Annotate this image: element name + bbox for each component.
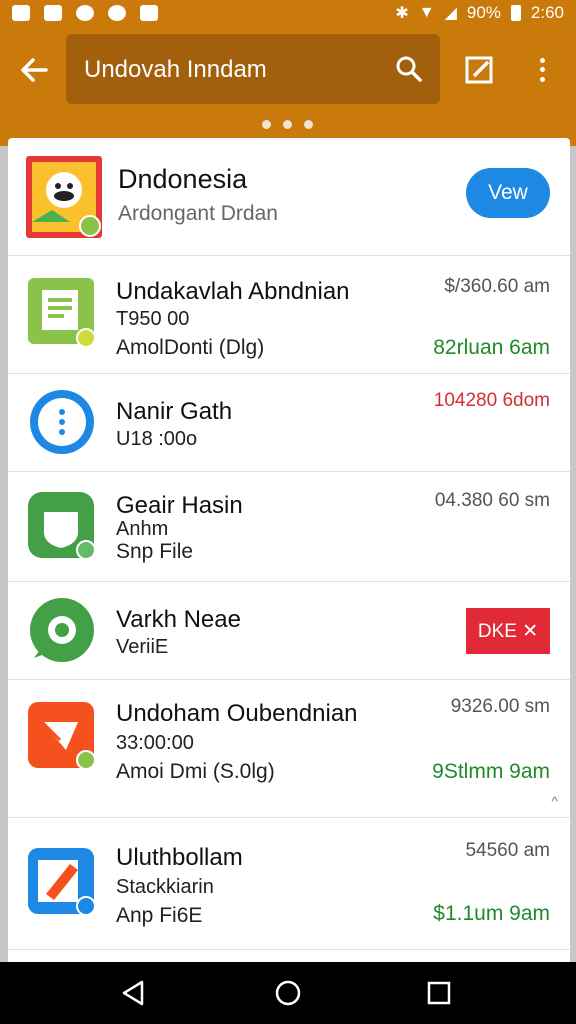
page-indicator bbox=[262, 120, 313, 129]
delete-button[interactable]: DKE ✕ bbox=[466, 608, 550, 654]
item-source: Amoi Dmi (S.0lg) bbox=[116, 760, 275, 783]
item-time: 104280 6dom bbox=[433, 390, 550, 411]
wifi-icon: ▼ bbox=[418, 4, 435, 21]
recents-nav-icon[interactable] bbox=[422, 976, 456, 1010]
chevron-up-icon: ^ bbox=[551, 793, 558, 809]
bag-notification-icon bbox=[140, 5, 158, 21]
search-input[interactable]: Undovah Inndam bbox=[66, 34, 440, 104]
item-title: Uluthbollam bbox=[116, 844, 243, 871]
record-notification-icon bbox=[108, 5, 126, 21]
item-title: Undakavlah Abndnian bbox=[116, 278, 350, 305]
featured-title: Dndonesia bbox=[118, 164, 248, 194]
results-card: Dndonesia Ardongant Drdan Vew Undakavlah… bbox=[8, 138, 570, 968]
item-detail: Stackkiarin bbox=[116, 876, 214, 898]
list-item[interactable]: Undoham Oubendnian 33:00:00 Amoi Dmi (S.… bbox=[8, 680, 570, 818]
item-source: AmolDonti (Dlg) bbox=[116, 336, 265, 359]
item-detail: 33:00:00 bbox=[116, 732, 194, 754]
pencil-app-icon bbox=[28, 848, 96, 916]
item-time: $/360.60 am bbox=[444, 276, 550, 297]
featured-subtitle: Ardongant Drdan bbox=[118, 202, 278, 225]
item-title: Geair Hasin bbox=[116, 492, 243, 519]
search-query: Undovah Inndam bbox=[84, 56, 267, 83]
battery-icon bbox=[510, 5, 521, 21]
featured-row[interactable]: Dndonesia Ardongant Drdan Vew bbox=[8, 138, 570, 256]
item-time: 9326.00 sm bbox=[450, 696, 550, 717]
gallery-notification-icon bbox=[12, 5, 30, 21]
item-time: 04.380 60 sm bbox=[434, 490, 550, 511]
list-item[interactable]: Uluthbollam Stackkiarin Anp Fi6E 54560 a… bbox=[8, 818, 570, 950]
document-app-icon bbox=[28, 278, 96, 348]
list-item[interactable]: Undakavlah Abndnian T950 00 AmolDonti (D… bbox=[8, 256, 570, 374]
upload-notification-icon bbox=[44, 5, 62, 21]
clock: 2:60 bbox=[530, 3, 564, 22]
item-status: 82rluan 6am bbox=[433, 336, 550, 359]
back-nav-icon[interactable] bbox=[116, 976, 150, 1010]
chat-app-icon bbox=[28, 492, 96, 560]
home-nav-icon[interactable] bbox=[271, 976, 305, 1010]
item-status: 9Stlmm 9am bbox=[432, 760, 550, 783]
list-item[interactable]: Varkh Neae VeriiE DKE ✕ bbox=[8, 582, 570, 680]
item-detail: U18 :00o bbox=[116, 428, 198, 450]
signal-icon: ◢ bbox=[444, 5, 457, 22]
item-detail: VeriiE bbox=[116, 636, 169, 658]
view-button[interactable]: Vew bbox=[466, 168, 550, 218]
item-time: 54560 am bbox=[465, 840, 550, 861]
item-title: Varkh Neae bbox=[116, 606, 241, 633]
info-app-icon bbox=[30, 390, 94, 454]
battery-percent: 90% bbox=[466, 3, 501, 22]
mail-app-icon bbox=[28, 702, 96, 770]
item-title: Nanir Gath bbox=[116, 398, 233, 425]
item-detail: Anhm bbox=[116, 518, 169, 540]
system-nav-bar bbox=[0, 962, 576, 1024]
item-title: Undoham Oubendnian bbox=[116, 700, 358, 727]
app-bar: Undovah Inndam bbox=[0, 26, 576, 118]
featured-app-icon bbox=[26, 156, 102, 238]
chat-notification-icon bbox=[76, 5, 94, 21]
list-item[interactable]: Nanir Gath U18 :00o 104280 6dom bbox=[8, 374, 570, 472]
item-status: $1.1um 9am bbox=[433, 902, 550, 925]
item-source: Anp Fi6E bbox=[116, 904, 203, 927]
more-options-icon[interactable] bbox=[528, 50, 556, 90]
whatsapp-app-icon bbox=[30, 598, 94, 662]
bluetooth-icon: ✱ bbox=[395, 5, 409, 22]
back-arrow-icon[interactable] bbox=[16, 52, 52, 88]
list-item[interactable]: Geair Hasin Anhm Snp File 04.380 60 sm bbox=[8, 472, 570, 582]
item-detail: T950 00 bbox=[116, 308, 190, 330]
item-source: Snp File bbox=[116, 540, 194, 563]
compose-icon[interactable] bbox=[462, 52, 498, 88]
search-icon[interactable] bbox=[394, 54, 424, 84]
status-bar: ✱ ▼ ◢ 90% 2:60 bbox=[0, 0, 576, 26]
